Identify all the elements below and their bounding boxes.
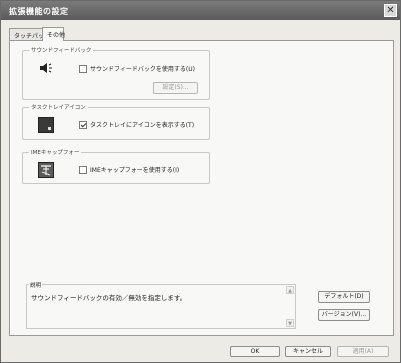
tab-panel-other: サウンドフィードバック サウンドフィードバックを使用する(U) 設定(S)...… <box>9 40 394 336</box>
tasktray-icon <box>38 117 54 133</box>
ime-group: IMEキャップフォー IMEキャップフォーを使用する(I) <box>22 148 210 184</box>
sound-feedback-group-title: サウンドフィードバック <box>29 46 94 54</box>
sound-feedback-group: サウンドフィードバック サウンドフィードバックを使用する(U) 設定(S)... <box>22 46 210 100</box>
scroll-up-icon[interactable]: ▲ <box>286 286 294 294</box>
description-title: 説明 <box>29 281 43 289</box>
apply-button[interactable]: 適用(A) <box>337 346 389 357</box>
sound-feedback-label: サウンドフィードバックを使用する(U) <box>90 66 195 73</box>
tasktray-icon-group: タスクトレイアイコン タスクトレイにアイコンを表示する(T) <box>22 103 210 140</box>
ime-checkbox[interactable] <box>79 165 87 174</box>
close-button[interactable]: ✕ <box>384 4 397 17</box>
version-button[interactable]: バージョン(V)... <box>318 309 370 321</box>
description-text: サウンドフィードバックの有効／無効を指定します。 <box>31 294 187 302</box>
tasktray-label: タスクトレイにアイコンを表示する(T) <box>90 122 195 129</box>
tab-touchpad[interactable]: タッチパッド <box>9 28 50 40</box>
sound-feedback-checkbox-row[interactable]: サウンドフィードバックを使用する(U) <box>79 64 195 73</box>
tasktray-icon-group-title: タスクトレイアイコン <box>29 103 88 111</box>
description-box: 説明 サウンドフィードバックの有効／無効を指定します。 ▲ ▼ <box>26 281 296 329</box>
tab-other[interactable]: その他 <box>42 27 65 41</box>
description-scrollbar[interactable]: ▲ ▼ <box>286 286 294 327</box>
dialog-title: 拡張機能の設定 <box>9 7 69 16</box>
tasktray-checkbox[interactable] <box>79 120 87 129</box>
scroll-down-icon[interactable]: ▼ <box>286 319 294 327</box>
default-button[interactable]: デフォルト(D) <box>318 291 370 303</box>
ime-checkbox-row[interactable]: IMEキャップフォーを使用する(I) <box>79 165 179 174</box>
settings-dialog: 拡張機能の設定 ✕ タッチパッド その他 サウンドフィードバック サウンドフィー… <box>0 0 401 363</box>
ime-label: IMEキャップフォーを使用する(I) <box>90 167 180 174</box>
ime-icon <box>38 162 54 178</box>
title-bar[interactable]: 拡張機能の設定 ✕ <box>1 1 400 20</box>
cancel-button[interactable]: キャンセル <box>285 346 331 357</box>
sound-settings-button[interactable]: 設定(S)... <box>153 82 198 94</box>
sound-feedback-checkbox[interactable] <box>79 64 87 73</box>
close-icon: ✕ <box>386 5 395 16</box>
ime-group-title: IMEキャップフォー <box>29 148 82 156</box>
tasktray-checkbox-row[interactable]: タスクトレイにアイコンを表示する(T) <box>79 120 194 129</box>
speaker-icon <box>40 63 52 73</box>
ok-button[interactable]: OK <box>230 346 280 357</box>
